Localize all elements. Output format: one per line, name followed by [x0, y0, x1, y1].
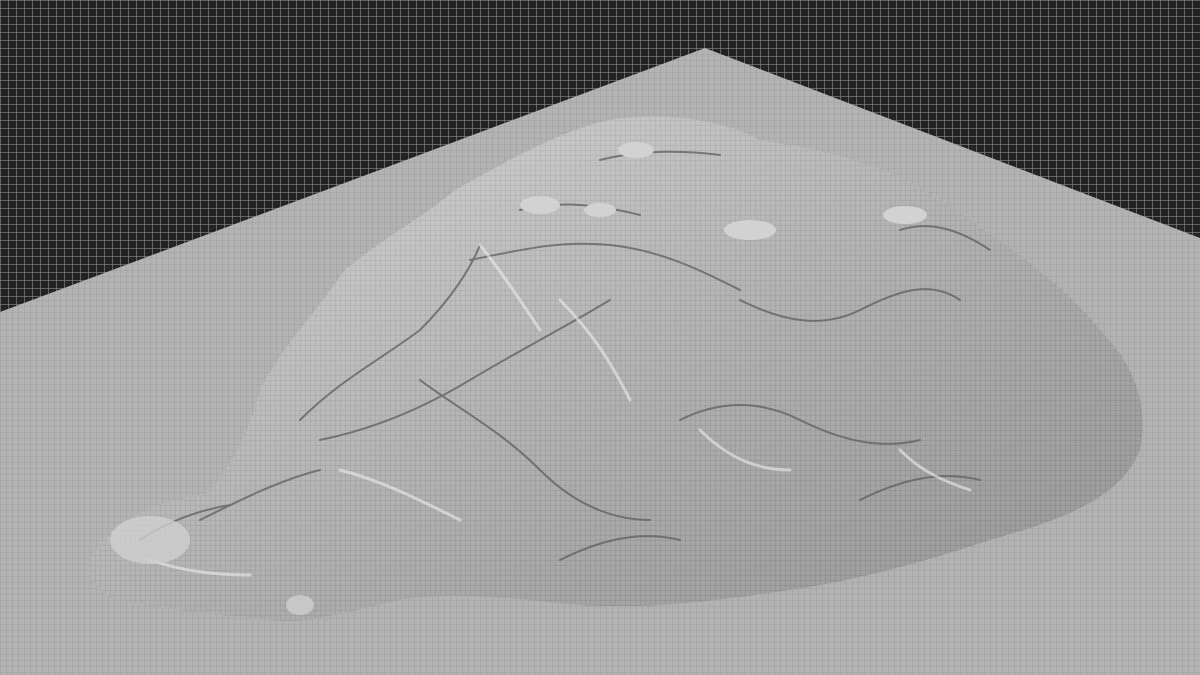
- scene-canvas[interactable]: [0, 0, 1200, 675]
- 3d-viewport[interactable]: [0, 0, 1200, 675]
